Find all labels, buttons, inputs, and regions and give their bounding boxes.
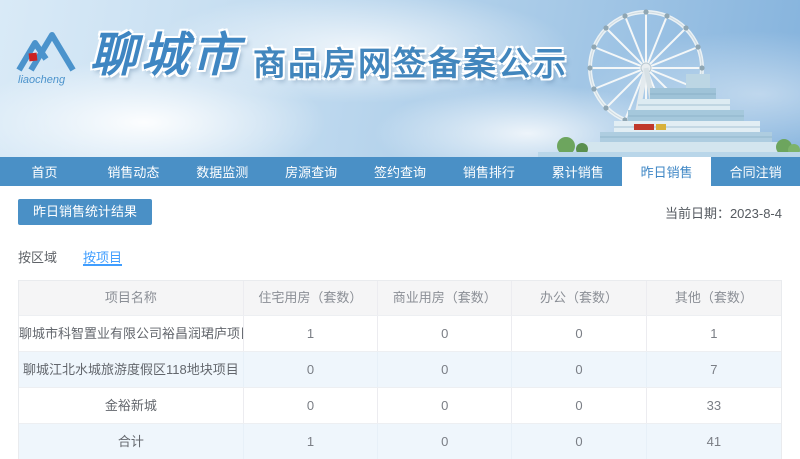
count-cell: 1 <box>244 424 379 459</box>
project-name-cell: 聊城江北水城旅游度假区118地块项目 <box>19 352 244 387</box>
tab-1[interactable]: 按区域 <box>18 247 57 266</box>
nav-item-1[interactable]: 首页 <box>0 157 89 186</box>
count-cell: 0 <box>378 424 513 459</box>
table-row: 聊城江北水城旅游度假区118地块项目 0 0 0 7 <box>19 352 781 388</box>
column-header: 办公（套数） <box>512 281 647 315</box>
count-cell: 41 <box>706 434 722 449</box>
column-header: 其他（套数） <box>674 290 753 305</box>
nav-item-3[interactable]: 数据监测 <box>178 157 267 186</box>
ferris-wheel-illustration <box>538 9 800 157</box>
page-title: 昨日销售统计结果 <box>18 199 153 225</box>
nav-item-5[interactable]: 签约查询 <box>356 157 445 186</box>
table-row: 合计 1 0 0 41 <box>19 424 781 459</box>
count-cell: 0 <box>244 388 379 423</box>
nav-item-8[interactable]: 昨日销售 <box>622 157 712 186</box>
logo-script-text: liaocheng <box>18 74 66 86</box>
site-logo[interactable]: liaocheng 聊城市 商品房网签备案公示 <box>16 26 568 94</box>
count-cell: 0 <box>378 388 513 423</box>
count-cell: 1 <box>244 316 379 351</box>
current-date: 当前日期：2023-8-4 <box>664 205 782 221</box>
project-name-cell: 合计 <box>19 424 244 459</box>
count-cell: 0 <box>378 352 513 387</box>
column-header: 商业用房（套数） <box>378 281 513 315</box>
site-banner: liaocheng 聊城市 商品房网签备案公示 <box>0 0 800 157</box>
count-cell: 7 <box>710 362 718 377</box>
count-cell: 0 <box>512 316 647 351</box>
table-row: 聊城市科智置业有限公司裕昌润珺庐项目 1 0 0 1 <box>19 316 781 352</box>
count-cell: 0 <box>512 352 647 387</box>
site-subtitle: 商品房网签备案公示 <box>253 45 568 82</box>
site-name: 聊城市 <box>90 28 243 83</box>
nav-item-9[interactable]: 合同注销 <box>711 157 800 186</box>
column-header: 项目名称 <box>19 281 244 315</box>
count-cell: 0 <box>512 424 647 459</box>
table-row: 金裕新城 0 0 0 33 <box>19 388 781 424</box>
nav-item-6[interactable]: 销售排行 <box>444 157 533 186</box>
main-nav: 首页 销售动态 数据监测 房源查询 签约查询 销售排行 累计销售 昨日销售 合同注销 <box>0 157 800 186</box>
nav-item-2[interactable]: 销售动态 <box>89 157 178 186</box>
count-cell: 1 <box>710 326 718 341</box>
tab-2[interactable]: 按项目 <box>83 247 123 266</box>
count-cell: 33 <box>706 398 722 413</box>
count-cell: 0 <box>512 388 647 423</box>
project-name-cell: 金裕新城 <box>19 388 244 423</box>
project-name-cell: 聊城市科智置业有限公司裕昌润珺庐项目 <box>19 316 244 351</box>
count-cell: 0 <box>378 316 513 351</box>
sales-table: 项目名称 住宅用房（套数） 商业用房（套数） 办公（套数） 其他（套数） 聊城市科智置业… <box>18 280 782 459</box>
table-body: 聊城市科智置业有限公司裕昌润珺庐项目 1 0 0 1 聊城江北水城旅游度假区118地块项目… <box>19 316 781 459</box>
column-header: 住宅用房（套数） <box>244 281 379 315</box>
table-header-row: 项目名称 住宅用房（套数） 商业用房（套数） 办公（套数） 其他（套数） <box>19 281 781 316</box>
nav-item-7[interactable]: 累计销售 <box>533 157 622 186</box>
view-tabs: 按区域 按项目 <box>18 247 782 266</box>
nav-item-4[interactable]: 房源查询 <box>267 157 356 186</box>
logo-mountain-icon: liaocheng <box>16 32 76 86</box>
count-cell: 0 <box>244 352 379 387</box>
